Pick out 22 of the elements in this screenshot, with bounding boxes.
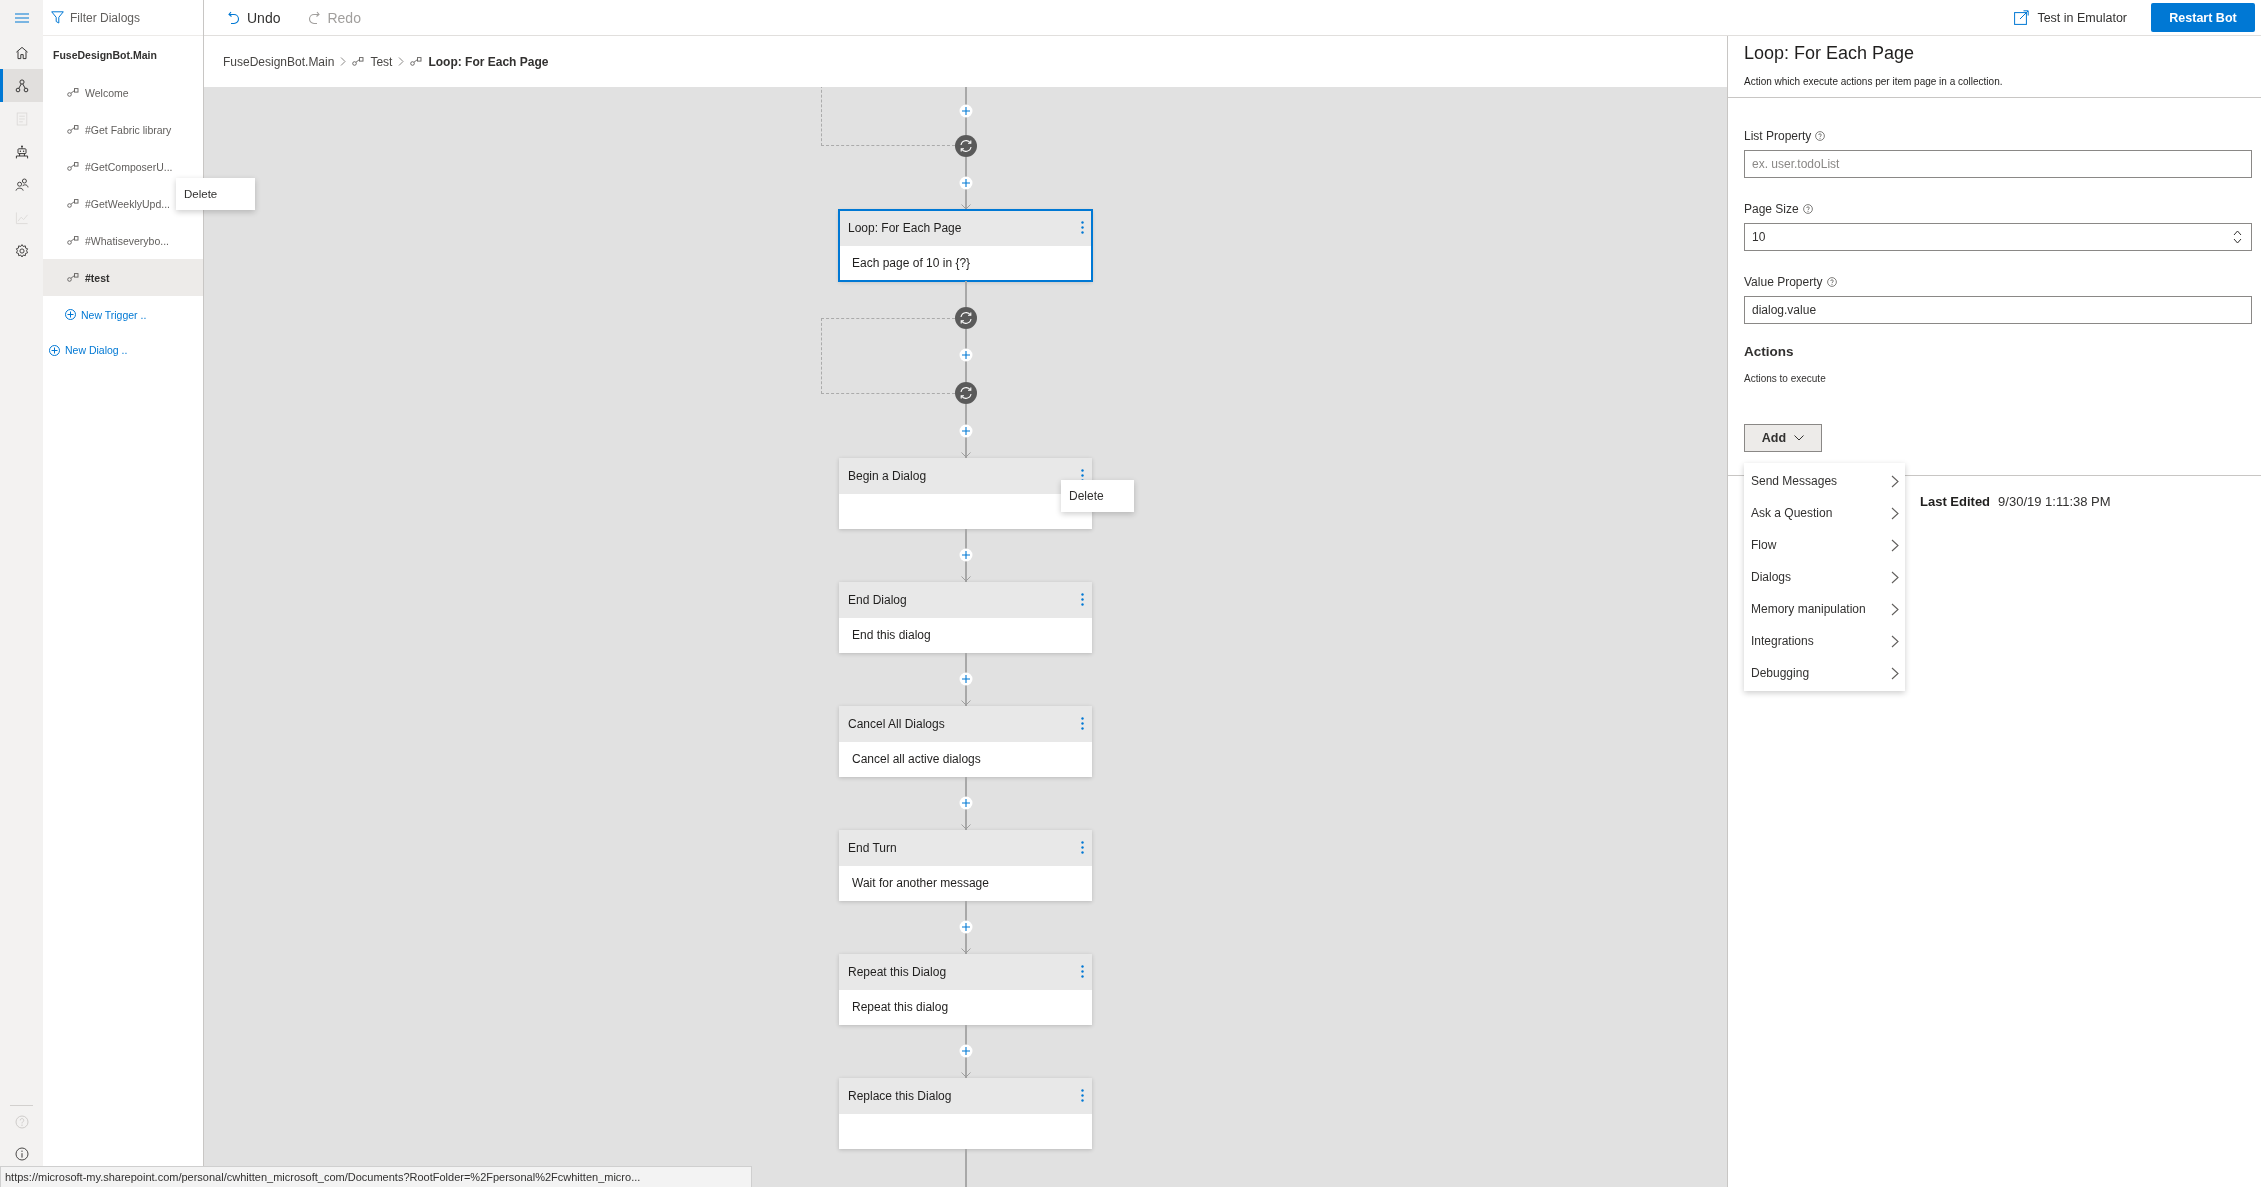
card-description: Cancel all active dialogs [852,752,981,767]
card-description: Each page of 10 in {?} [852,256,971,271]
card-description: Wait for another message [852,876,989,891]
card-title: Loop: For Each Page [848,220,962,235]
section-heading: Actions [1744,344,1794,359]
card-title: Begin a Dialog [848,468,927,483]
field-label: List Property [1744,128,1812,144]
card-title: End Turn [848,840,897,855]
card-title: Cancel All Dialogs [848,716,945,731]
card-title: Repeat this Dialog [848,964,947,979]
card-title: Replace this Dialog [848,1088,952,1103]
panel-description: Action which execute actions per item page in a collection. [1744,76,2003,87]
status-url: https://microsoft-my.sharepoint.com/personal/cwhitten_microsoft_com/Documents?RootFolder=%2Fpersonal%2Fcwhitten_micro... [0,1166,752,1187]
last-edited-value: 9/30/19 1:11:38 PM [1998,494,2111,509]
card-description: Repeat this dialog [852,1000,949,1015]
last-edited-label: Last Edited [1920,494,1991,509]
card-title: End Dialog [848,592,907,607]
panel-title: Loop: For Each Page [1744,43,1915,63]
field-label: Page Size [1744,201,1799,217]
section-description: Actions to execute [1744,373,1826,384]
field-label: Value Property [1744,274,1823,290]
card-description: End this dialog [852,628,931,643]
